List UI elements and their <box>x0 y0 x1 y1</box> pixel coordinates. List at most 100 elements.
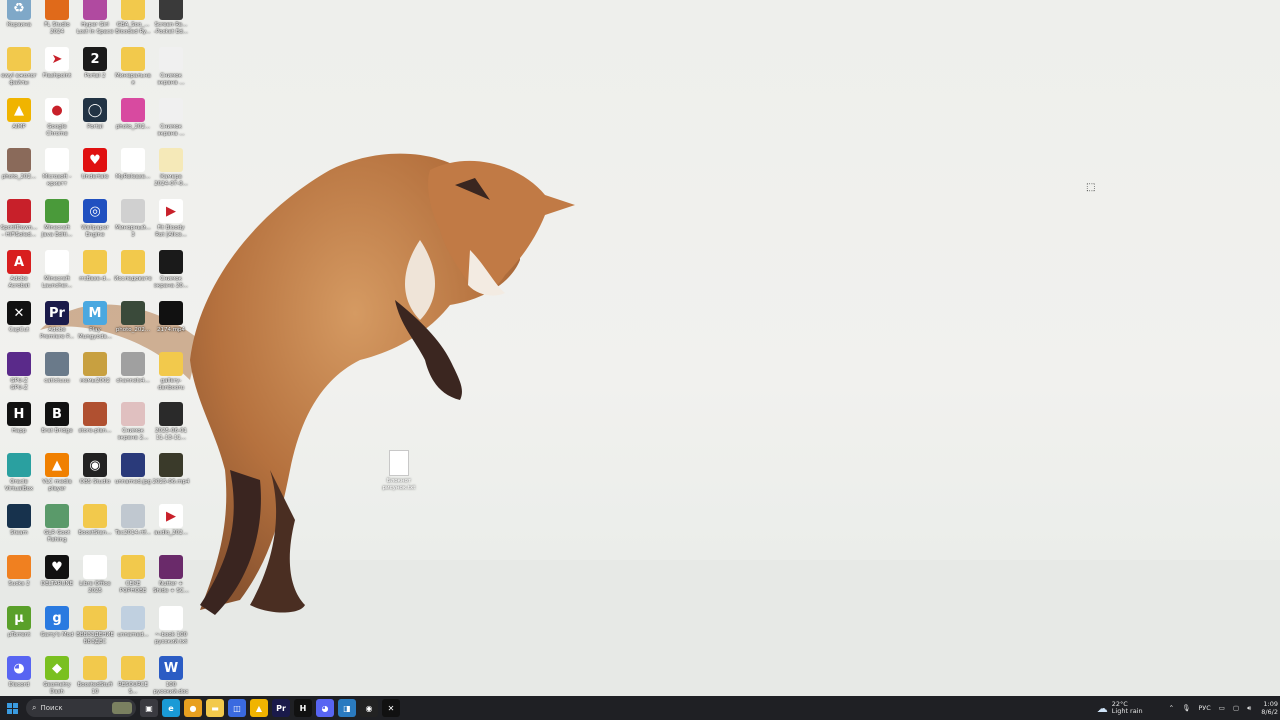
desktop-shortcut[interactable]: Tec2014.rtf... <box>114 504 152 554</box>
task-manager-icon[interactable]: ◨ <box>338 699 356 717</box>
desktop-shortcut[interactable]: 2174.mp4 <box>152 301 190 351</box>
desktop-shortcut[interactable]: Снимок экрана 20... <box>152 250 190 300</box>
desktop-shortcut[interactable]: Pr Adobe Premiere P... <box>38 301 76 351</box>
desktop-shortcut[interactable]: BoostStan... <box>76 504 114 554</box>
desktop-shortcut[interactable]: Исследовате <box>114 250 152 300</box>
desktop-shortcut[interactable]: channels4... <box>114 352 152 402</box>
desktop-shortcut[interactable]: catictuuu <box>38 352 76 402</box>
desktop-shortcut[interactable]: Hyper Girl Lost In Space <box>76 0 114 46</box>
desktop-shortcut[interactable]: Минеральная <box>114 47 152 97</box>
desktop-shortcut[interactable]: photo_202... <box>114 98 152 148</box>
desktop-shortcut[interactable]: A Adobe Acrobat <box>0 250 38 300</box>
desktop-shortcut[interactable]: photo_202... <box>0 148 38 198</box>
desktop-shortcut[interactable]: B Brat Bridge <box>38 402 76 452</box>
desktop-shortcut[interactable]: ♥ Undertale <box>76 148 114 198</box>
discord-icon[interactable]: ◕ <box>316 699 334 717</box>
desktop-shortcut[interactable]: 2025-06-01 11-13-11... <box>152 402 190 452</box>
game-icon <box>83 0 107 20</box>
desktop-file-icon[interactable]: Блокнот рисунок.txt <box>378 450 420 492</box>
desktop-shortcut[interactable]: ВВВЗЗДЕНИЕ ВВЗДЕС <box>76 606 114 656</box>
desktop-shortcut[interactable]: ewyl ажолог файлы <box>0 47 38 97</box>
desktop-shortcut[interactable]: Libre Office 2025 <box>76 555 114 605</box>
chevron-up-icon[interactable]: ⌃ <box>1169 704 1174 712</box>
desktop-shortcut[interactable]: gallery- danbooru <box>152 352 190 402</box>
aimp-icon[interactable]: ▲ <box>250 699 268 717</box>
desktop-shortcut[interactable]: GPU-Z GPU-Z <box>0 352 38 402</box>
desktop-shortcut[interactable]: Снимок экрана ... <box>152 98 190 148</box>
desktop-shortcut[interactable]: ~-book 100 русский.txt <box>152 606 190 656</box>
edge-icon[interactable]: e <box>162 699 180 717</box>
taskbar-search[interactable]: ⌕ Поиск <box>26 699 136 717</box>
text-file-icon <box>159 606 183 630</box>
desktop-shortcut[interactable]: unnamed... <box>114 606 152 656</box>
desktop-shortcut[interactable]: Nutter + Shide + SC... <box>152 555 190 605</box>
desktop-shortcut[interactable]: Минорный... 3 <box>114 199 152 249</box>
desktop-shortcut[interactable]: store-plan... <box>76 402 114 452</box>
network-icon[interactable]: ▭ <box>1219 704 1225 712</box>
start-button[interactable] <box>0 696 24 720</box>
task-view-icon[interactable]: ▣ <box>140 699 158 717</box>
screenshot-file-icon <box>159 98 183 122</box>
weather-widget[interactable]: ☁ 22°C Light rain <box>1097 701 1143 715</box>
desktop-shortcut[interactable]: 2 Portal 2 <box>76 47 114 97</box>
desktop-shortcut[interactable]: g Garry's Mod <box>38 606 76 656</box>
desktop-shortcut[interactable]: µ µTorrent <box>0 606 38 656</box>
desktop-shortcut[interactable]: MyRelease... <box>114 148 152 198</box>
desktop-shortcut[interactable]: unnamed.jpg <box>114 453 152 503</box>
desktop-shortcut[interactable]: ▶ Fit Bloody Rot [Alice... <box>152 199 190 249</box>
desktop-shortcut[interactable]: Снимок экрана ... <box>152 47 190 97</box>
happ-icon: H <box>7 402 31 426</box>
desktop-shortcut[interactable]: ● Google Chrome <box>38 98 76 148</box>
desktop-shortcut[interactable]: Microsoft - криатт <box>38 148 76 198</box>
obs-icon[interactable]: ◉ <box>360 699 378 717</box>
desktop-shortcut[interactable]: ◉ OBS Studio <box>76 453 114 503</box>
desktop-shortcut[interactable]: мемы2002 <box>76 352 114 402</box>
desktop-shortcut[interactable]: ◎ Wallpaper Engine <box>76 199 114 249</box>
chrome-icon[interactable]: ● <box>184 699 202 717</box>
file-explorer-icon[interactable]: ▬ <box>206 699 224 717</box>
microsoft-store-icon[interactable]: ◫ <box>228 699 246 717</box>
desktop-shortcut[interactable]: ◯ Portal <box>76 98 114 148</box>
desktop-shortcut[interactable]: Steam <box>0 504 38 554</box>
desktop-shortcut[interactable]: СЕКЕ РОРНОВЕ <box>114 555 152 605</box>
desktop-shortcut[interactable]: ➤ Flashpoint <box>38 47 76 97</box>
desktop-shortcut[interactable]: Minecraft Launcher... <box>38 250 76 300</box>
desktop-shortcut[interactable]: GBA_Soo_... Blooded Ry... <box>114 0 152 46</box>
desktop-shortcut[interactable]: ♻ Корзина <box>0 0 38 46</box>
desktop-shortcut[interactable]: SpotifDown... - HiFiSoled... <box>0 199 38 249</box>
desktop-shortcut[interactable]: ♥ DELTARUNE <box>38 555 76 605</box>
chrome-icon: ● <box>45 98 69 122</box>
volume-icon[interactable]: 🔊︎ <box>1247 704 1251 713</box>
desktop-shortcut[interactable]: ▶ audio_202... <box>152 504 190 554</box>
desktop-shortcut[interactable]: ▲ VLC media player <box>38 453 76 503</box>
language-indicator[interactable]: РУС <box>1198 704 1210 712</box>
capcut-icon[interactable]: ✕ <box>382 699 400 717</box>
desktop-shortcut[interactable]: photo_202... <box>114 301 152 351</box>
display-icon[interactable]: ▢ <box>1233 704 1239 712</box>
desktop-shortcut-label: Корзина <box>6 22 32 28</box>
desktop-shortcut[interactable]: Sucks 2 <box>0 555 38 605</box>
desktop-shortcut[interactable]: Screen Re... -Pocket Ed... <box>152 0 190 46</box>
desktop-shortcut[interactable]: Снимок экрана 2... <box>114 402 152 452</box>
clock[interactable]: 1:09 8/6/2 <box>1261 700 1278 716</box>
desktop-shortcut[interactable]: ▲ AIMP <box>0 98 38 148</box>
desktop-shortcut-label: Happ <box>11 428 27 434</box>
taskbar-pinned-apps: ▣ e ● ▬ ◫ ▲ Pr H ◕ ◨ ◉ ✕ <box>136 699 400 717</box>
image-file-icon <box>121 199 145 223</box>
desktop-shortcut-label: Google Chrome <box>46 124 68 137</box>
desktop-shortcut[interactable]: GLR Goot Fishing <box>38 504 76 554</box>
desktop-shortcut[interactable]: H Happ <box>0 402 38 452</box>
clock-time: 1:09 <box>1263 700 1278 708</box>
desktop-shortcut[interactable]: FL Studio 2024 <box>38 0 76 46</box>
desktop-shortcut[interactable]: ✕ CapCut <box>0 301 38 351</box>
microphone-icon[interactable]: 🎙︎ <box>1182 704 1190 712</box>
desktop-shortcut[interactable]: Oracle VirtualBox <box>0 453 38 503</box>
desktop-shortcut[interactable]: M Play Mungyoda... <box>76 301 114 351</box>
desktop-shortcut[interactable]: Камера 2024-07-0... <box>152 148 190 198</box>
desktop-shortcut[interactable]: rrcBase-d... <box>76 250 114 300</box>
desktop-shortcut[interactable]: 2025-06.mp4 <box>152 453 190 503</box>
premiere-icon[interactable]: Pr <box>272 699 290 717</box>
desktop-shortcut-label: BoostStan... <box>78 530 112 536</box>
desktop-shortcut[interactable]: Minecraft Java Editi... <box>38 199 76 249</box>
happ-icon[interactable]: H <box>294 699 312 717</box>
